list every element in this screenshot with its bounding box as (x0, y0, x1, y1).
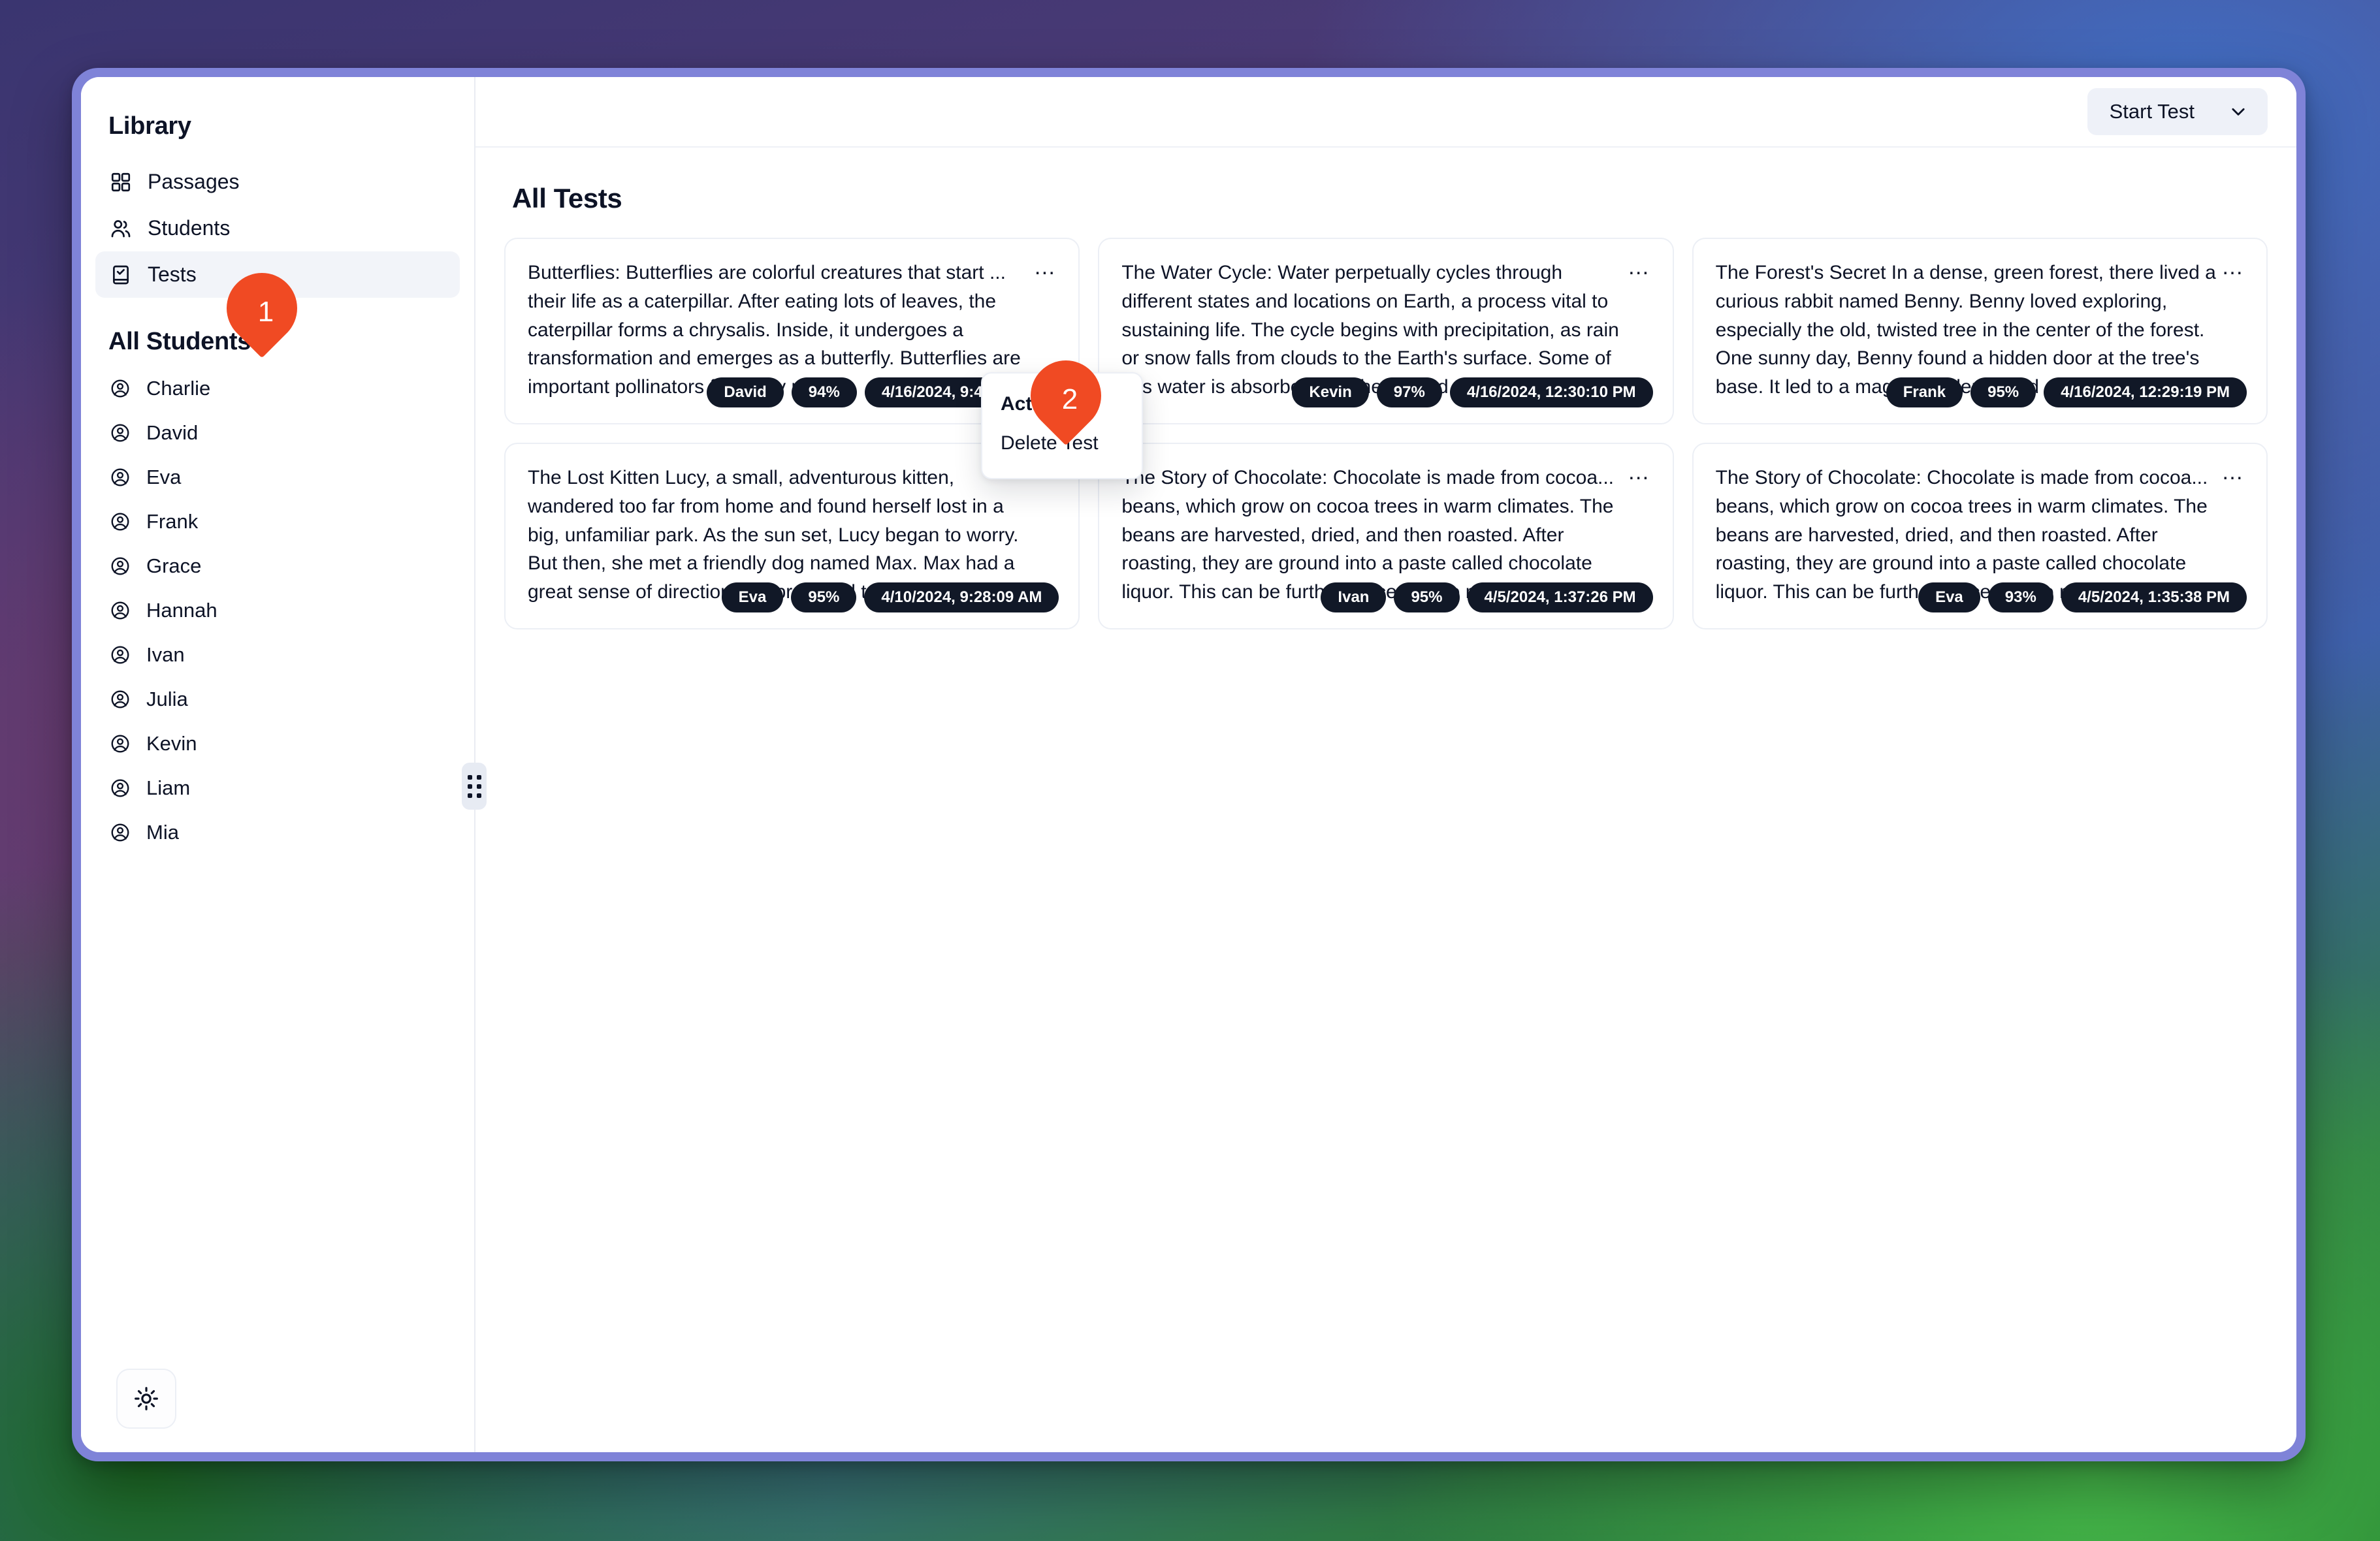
student-item-hannah[interactable]: Hannah (95, 588, 460, 633)
main-content: Start Test All Tests Butterflies: Butter… (475, 77, 2296, 1452)
user-circle-icon (110, 778, 131, 799)
tests-content: All Tests Butterflies: Butterflies are c… (475, 148, 2296, 1452)
tests-grid: Butterflies: Butterflies are colorful cr… (504, 238, 2268, 629)
score-badge: 95% (791, 582, 857, 612)
student-item-frank[interactable]: Frank (95, 500, 460, 544)
test-card-badges: Frank 95% 4/16/2024, 12:29:19 PM (1886, 377, 2247, 407)
student-name: Charlie (146, 377, 211, 400)
test-card-menu-button[interactable]: … (1623, 253, 1656, 282)
student-name: David (146, 421, 199, 444)
student-name: Mia (146, 821, 179, 844)
clipboard-check-icon (110, 264, 132, 286)
student-badge: Kevin (1292, 377, 1369, 407)
student-item-kevin[interactable]: Kevin (95, 722, 460, 766)
test-card-menu-button[interactable]: … (2217, 458, 2249, 487)
user-circle-icon (110, 600, 131, 621)
users-icon (110, 217, 132, 240)
sidebar-nav: Passages Students Tests (81, 159, 474, 298)
student-item-charlie[interactable]: Charlie (95, 366, 460, 411)
test-card-menu-button[interactable]: … (1029, 253, 1061, 282)
user-circle-icon (110, 644, 131, 665)
app-window: Library Passages Students Tests All Stud… (72, 68, 2306, 1461)
sidebar-item-tests-label: Tests (148, 262, 197, 286)
user-circle-icon (110, 467, 131, 488)
student-item-david[interactable]: David (95, 411, 460, 455)
student-item-julia[interactable]: Julia (95, 677, 460, 722)
grid-icon (110, 171, 132, 193)
student-item-eva[interactable]: Eva (95, 455, 460, 500)
student-name: Hannah (146, 599, 217, 622)
test-card-badges: Kevin 97% 4/16/2024, 12:30:10 PM (1292, 377, 1653, 407)
user-circle-icon (110, 378, 131, 399)
test-card-badges: Eva 93% 4/5/2024, 1:35:38 PM (1918, 582, 2247, 612)
sidebar-item-students[interactable]: Students (95, 205, 460, 251)
student-badge: Frank (1886, 377, 1963, 407)
timestamp-badge: 4/16/2024, 12:29:19 PM (2044, 377, 2247, 407)
sidebar-item-students-label: Students (148, 216, 231, 240)
drag-dots-icon (467, 774, 481, 798)
student-name: Frank (146, 510, 199, 533)
theme-toggle-button[interactable] (116, 1369, 176, 1429)
score-badge: 93% (1987, 582, 2053, 612)
test-card[interactable]: The Forest's Secret In a dense, green fo… (1692, 238, 2268, 424)
user-circle-icon (110, 733, 131, 754)
page-title: All Tests (512, 183, 622, 214)
app-window-inner: Library Passages Students Tests All Stud… (81, 77, 2296, 1452)
student-name: Grace (146, 554, 202, 577)
student-name: Eva (146, 466, 182, 488)
sidebar-item-tests[interactable]: Tests (95, 251, 460, 298)
all-students-heading: All Students (108, 328, 251, 355)
timestamp-badge: 4/5/2024, 1:35:38 PM (2061, 582, 2247, 612)
user-circle-icon (110, 822, 131, 843)
sidebar-footer (81, 1369, 474, 1452)
student-badge: Ivan (1321, 582, 1387, 612)
sidebar-title: Library (108, 112, 191, 140)
user-circle-icon (110, 689, 131, 710)
test-card[interactable]: The Water Cycle: Water perpetually cycle… (1098, 238, 1674, 424)
timestamp-badge: 4/16/2024, 12:30:10 PM (1449, 377, 1653, 407)
score-badge: 95% (1970, 377, 2036, 407)
student-name: Ivan (146, 643, 185, 666)
score-badge: 94% (791, 377, 857, 407)
start-test-button[interactable]: Start Test (2087, 88, 2268, 135)
test-card[interactable]: The Story of Chocolate: Chocolate is mad… (1692, 443, 2268, 629)
score-badge: 95% (1394, 582, 1460, 612)
test-card-badges: Eva 95% 4/10/2024, 9:28:09 AM (721, 582, 1059, 612)
chevron-down-icon (2228, 102, 2248, 121)
student-name: Liam (146, 776, 191, 799)
test-card[interactable]: The Story of Chocolate: Chocolate is mad… (1098, 443, 1674, 629)
topbar: Start Test (475, 77, 2296, 148)
sidebar: Library Passages Students Tests All Stud… (81, 77, 487, 1452)
user-circle-icon (110, 422, 131, 443)
dropdown-heading: Actions (1001, 393, 1073, 415)
menu-item-delete-test[interactable]: Delete Test (982, 422, 1142, 464)
timestamp-badge: 4/5/2024, 1:37:26 PM (1467, 582, 1653, 612)
timestamp-badge: 4/10/2024, 9:28:09 AM (864, 582, 1059, 612)
test-card-menu-button[interactable]: … (1623, 458, 1656, 487)
sun-icon (133, 1386, 159, 1412)
student-badge: Eva (721, 582, 784, 612)
student-item-mia[interactable]: Mia (95, 810, 460, 855)
test-actions-dropdown: Actions Delete Test (981, 372, 1143, 479)
sidebar-item-passages-label: Passages (148, 170, 240, 193)
student-name: Kevin (146, 732, 197, 755)
student-item-liam[interactable]: Liam (95, 766, 460, 810)
student-list: Charlie David Eva Frank Grace Hannah Iva… (81, 366, 474, 855)
student-name: Julia (146, 688, 188, 710)
sidebar-item-passages[interactable]: Passages (95, 159, 460, 205)
score-badge: 97% (1376, 377, 1442, 407)
student-item-grace[interactable]: Grace (95, 544, 460, 588)
student-badge: David (707, 377, 784, 407)
test-card-badges: Ivan 95% 4/5/2024, 1:37:26 PM (1321, 582, 1653, 612)
student-item-ivan[interactable]: Ivan (95, 633, 460, 677)
sidebar-resize-handle[interactable] (462, 763, 487, 810)
test-card-menu-button[interactable]: … (2217, 253, 2249, 282)
student-badge: Eva (1918, 582, 1980, 612)
user-circle-icon (110, 511, 131, 532)
start-test-label: Start Test (2109, 100, 2195, 123)
user-circle-icon (110, 556, 131, 577)
